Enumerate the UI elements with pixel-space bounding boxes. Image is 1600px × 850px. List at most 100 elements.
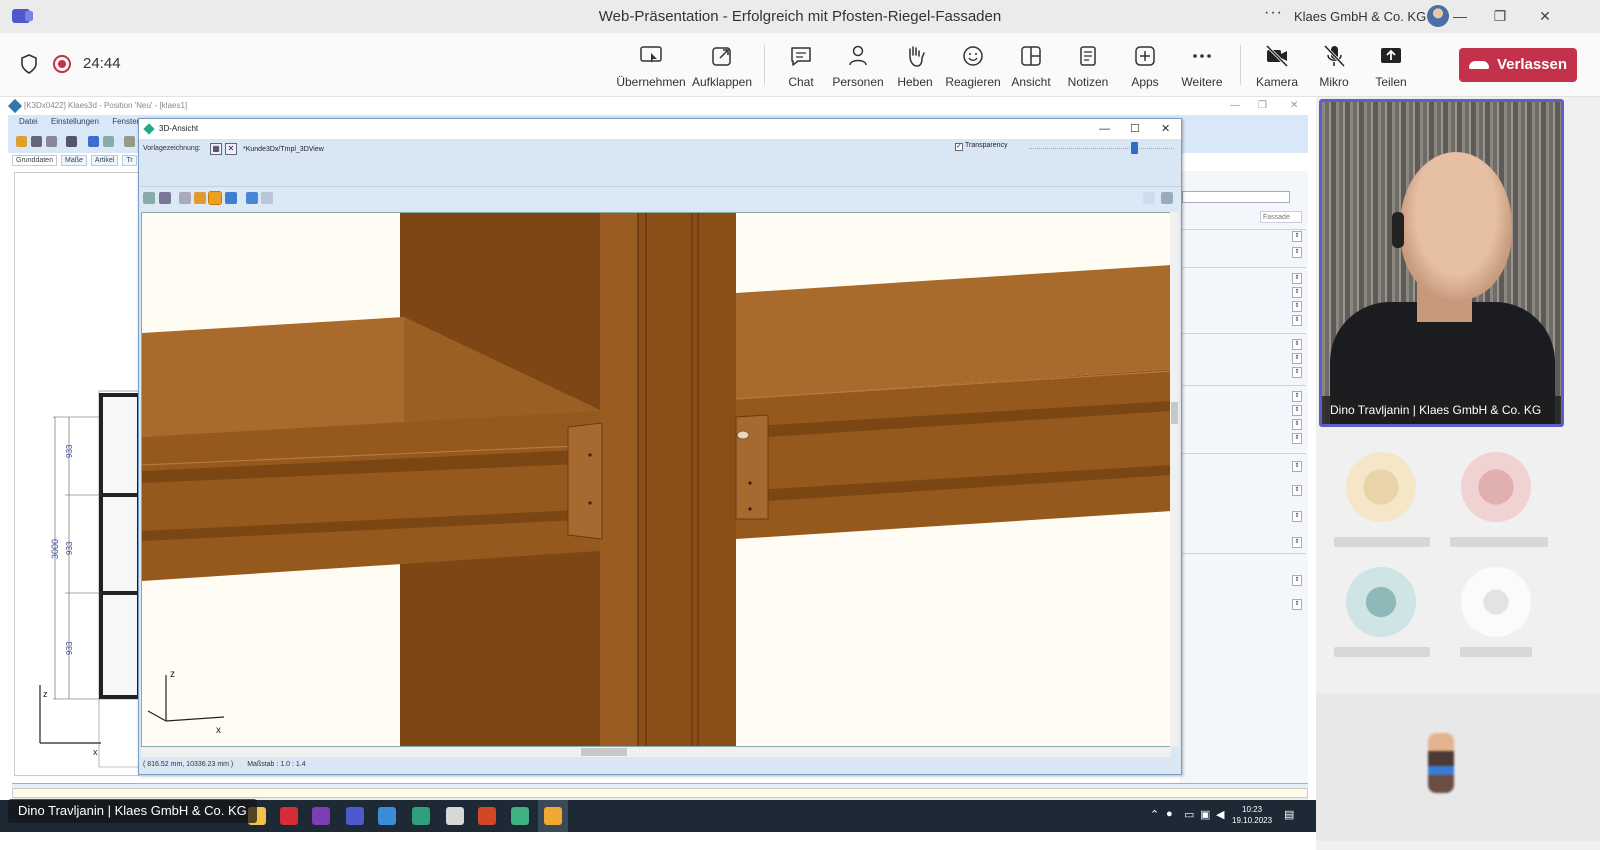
3d-vertical-scrollbar[interactable]	[1170, 212, 1179, 747]
print-icon[interactable]	[66, 136, 77, 147]
klaes-taskbar-icon[interactable]	[412, 807, 430, 825]
shield-icon[interactable]	[20, 54, 38, 74]
restore-button[interactable]: ❐	[1490, 6, 1510, 26]
close-button[interactable]: ✕	[1535, 6, 1555, 26]
spinner-14[interactable]: ⇕	[1292, 461, 1302, 472]
org-name[interactable]: Klaes GmbH & Co. KG	[1294, 9, 1426, 24]
redo-icon[interactable]	[103, 136, 114, 147]
participant-avatar[interactable]	[1346, 452, 1416, 522]
horizontal-scroll-thumb[interactable]	[581, 748, 627, 756]
spinner-7[interactable]: ⇕	[1292, 339, 1302, 350]
select-icon[interactable]	[179, 192, 191, 204]
spinner-16[interactable]: ⇕	[1292, 511, 1302, 522]
export-icon[interactable]	[1143, 192, 1155, 204]
spinner-5[interactable]: ⇕	[1292, 301, 1302, 312]
powerpoint-icon[interactable]	[478, 807, 496, 825]
menu-einstellungen[interactable]: Einstellungen	[51, 117, 99, 126]
minimize-button[interactable]: —	[1450, 6, 1470, 26]
notification-icon[interactable]: ▤	[1284, 808, 1294, 821]
tab-tr[interactable]: Tr	[122, 155, 137, 166]
menu-fenster[interactable]: Fenster	[112, 117, 139, 126]
k3d-restore-icon[interactable]: ❐	[1258, 97, 1267, 115]
popout-button[interactable]: Aufklappen	[687, 41, 757, 93]
camera-view-icon[interactable]	[159, 192, 171, 204]
k3d-close-icon[interactable]: ✕	[1290, 97, 1298, 115]
spinner-15[interactable]: ⇕	[1292, 485, 1302, 496]
leave-button[interactable]: Verlassen	[1459, 48, 1577, 82]
onenote-icon[interactable]	[312, 807, 330, 825]
tab-grunddaten[interactable]: Grunddaten	[12, 155, 57, 166]
spinner-10[interactable]: ⇕	[1292, 391, 1302, 402]
undo-icon[interactable]	[88, 136, 99, 147]
properties-input[interactable]	[1182, 191, 1290, 203]
spinner-19[interactable]: ⇕	[1292, 599, 1302, 610]
3d-horizontal-scrollbar[interactable]	[141, 747, 1171, 757]
spinner-9[interactable]: ⇕	[1292, 367, 1302, 378]
spinner-6[interactable]: ⇕	[1292, 315, 1302, 326]
tab-artikel[interactable]: Artikel	[90, 155, 119, 166]
3d-minimize-button[interactable]: —	[1099, 119, 1110, 139]
spinner-1[interactable]: ⇕	[1292, 231, 1302, 242]
transparency-checkbox[interactable]: ✓ Transparency	[955, 142, 1008, 151]
fassade-dropdown[interactable]: Fassade	[1260, 211, 1302, 223]
rotate-icon[interactable]	[194, 192, 206, 204]
copy-icon[interactable]	[46, 136, 57, 147]
tray-chevron-icon[interactable]: ⌃	[1150, 808, 1159, 821]
transparency-slider-track[interactable]	[1029, 148, 1174, 150]
spinner-13[interactable]: ⇕	[1292, 433, 1302, 444]
active-app-icon[interactable]	[544, 807, 562, 825]
more-options-icon[interactable]: ···	[1264, 4, 1283, 22]
security-app-icon[interactable]	[280, 807, 298, 825]
cloud-app-icon[interactable]	[446, 807, 464, 825]
k3d-minimize-icon[interactable]: —	[1230, 97, 1240, 115]
user-avatar[interactable]	[1427, 5, 1449, 27]
self-view-tile[interactable]	[1316, 693, 1600, 841]
participant-avatar[interactable]	[1346, 567, 1416, 637]
share-button[interactable]: Teilen	[1356, 41, 1426, 93]
print-3d-icon[interactable]	[1161, 192, 1173, 204]
elevation-drawing[interactable]: 3000 933 933 933 z x	[14, 172, 141, 776]
taskbar-clock[interactable]: 10:23 19.10.2023	[1232, 804, 1272, 826]
chat-icon	[791, 47, 811, 66]
spinner-4[interactable]: ⇕	[1292, 287, 1302, 298]
shared-screen[interactable]: [K3Dx0422] Klaes3d - Position 'Neu' - [k…	[0, 97, 1316, 850]
spinner-18[interactable]: ⇕	[1292, 575, 1302, 586]
menu-datei[interactable]: Datei	[19, 117, 38, 126]
template-clear-button[interactable]: ✕	[225, 143, 237, 155]
3d-view-window[interactable]: 3D-Ansicht — ☐ ✕ Vorlagezeichnung: ▦ ✕ *…	[138, 118, 1182, 775]
remote-desktop-icon[interactable]	[378, 807, 396, 825]
tab-masse[interactable]: Maße	[60, 155, 87, 166]
take-control-button[interactable]: Übernehmen	[616, 41, 686, 93]
template-label: Vorlagezeichnung:	[143, 145, 201, 152]
3d-maximize-button[interactable]: ☐	[1130, 119, 1140, 139]
vertical-scroll-thumb[interactable]	[1171, 402, 1178, 424]
3d-close-button[interactable]: ✕	[1161, 119, 1170, 139]
save-icon[interactable]	[31, 136, 42, 147]
back-arrow-icon[interactable]	[246, 192, 258, 204]
spinner-11[interactable]: ⇕	[1292, 405, 1302, 416]
template-select-button[interactable]: ▦	[210, 143, 222, 155]
tool-icon[interactable]	[124, 136, 135, 147]
participant-avatar[interactable]	[1461, 452, 1531, 522]
tray-network-icon[interactable]: ▣	[1200, 808, 1210, 821]
spinner-2[interactable]: ⇕	[1292, 247, 1302, 258]
zoom-fit-icon[interactable]	[143, 192, 155, 204]
active-speaker-video[interactable]: Dino Travljanin | Klaes GmbH & Co. KG	[1319, 99, 1564, 427]
spinner-3[interactable]: ⇕	[1292, 273, 1302, 284]
forward-arrow-icon[interactable]	[261, 192, 273, 204]
spinner-12[interactable]: ⇕	[1292, 419, 1302, 430]
app-icon[interactable]	[511, 807, 529, 825]
orbit-icon[interactable]	[208, 191, 222, 205]
spinner-8[interactable]: ⇕	[1292, 353, 1302, 364]
more-button[interactable]: Weitere	[1167, 41, 1237, 93]
teams-taskbar-icon[interactable]	[346, 807, 364, 825]
3d-viewport[interactable]: z x	[141, 212, 1171, 747]
participant-avatar[interactable]	[1461, 567, 1531, 637]
tray-volume-icon[interactable]: ◀	[1216, 808, 1224, 821]
transparency-slider-thumb[interactable]	[1131, 142, 1138, 154]
tray-battery-icon[interactable]: ▭	[1184, 808, 1194, 821]
open-icon[interactable]	[16, 136, 27, 147]
spinner-17[interactable]: ⇕	[1292, 537, 1302, 548]
tray-mic-icon[interactable]: ●	[1166, 808, 1173, 820]
pan-icon[interactable]	[225, 192, 237, 204]
